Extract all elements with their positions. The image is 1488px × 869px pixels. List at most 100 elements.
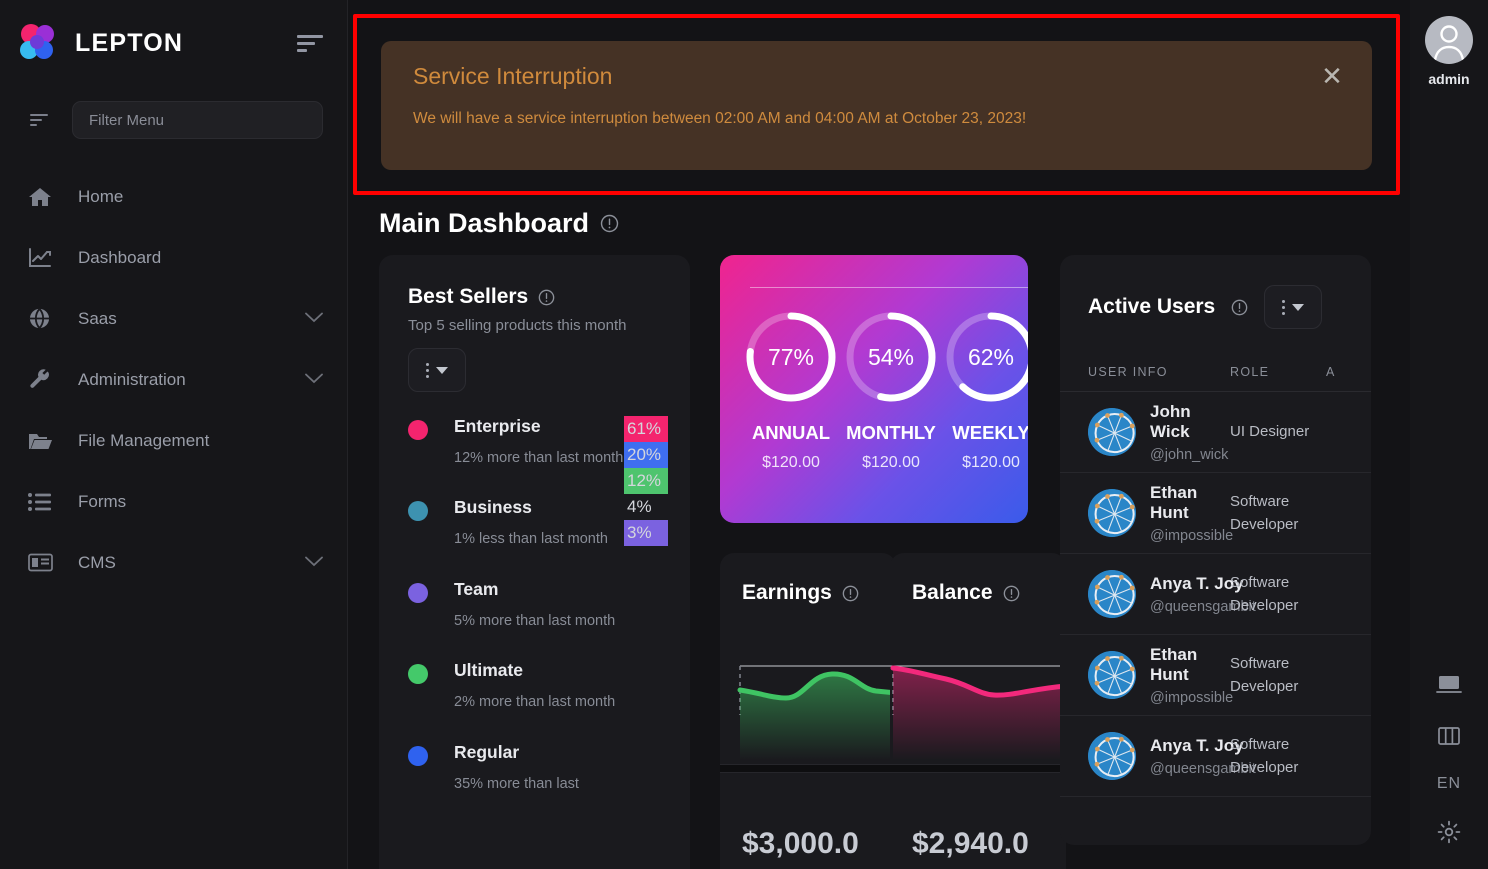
info-icon[interactable] [600, 214, 619, 233]
sidebar-item-administration[interactable]: Administration [0, 349, 347, 410]
table-row[interactable]: Anya T. Joy @queensgambit Software Develop… [1060, 716, 1371, 797]
rail-bottom-tools: EN [1410, 671, 1488, 859]
earnings-sparkline [720, 655, 896, 760]
user-role: Software Developer [1230, 654, 1299, 695]
table-row[interactable]: John Wick @john_wick UI Designer [1060, 392, 1371, 473]
column-header-user-info: USER INFO [1088, 365, 1168, 379]
home-icon [28, 184, 56, 210]
legend-dot [408, 501, 428, 522]
sidebar-item-label: File Management [78, 430, 210, 450]
gauge-price: $120.00 [862, 453, 920, 471]
column-header-role: ROLE [1230, 365, 1270, 379]
table-row[interactable]: Ethan Hunt @impossible Software Developer [1060, 635, 1371, 716]
page-title-row: Main Dashboard [379, 208, 619, 239]
language-selector[interactable]: EN [1437, 775, 1461, 793]
gauge-percent: 54% [867, 343, 915, 370]
chart-scrollbar[interactable] [720, 764, 896, 773]
best-seller-percentage: 12% [624, 468, 668, 494]
sidebar-item-label: Saas [78, 308, 117, 328]
main-content: Service Interruption We will have a serv… [348, 0, 1410, 869]
legend-dot [408, 582, 428, 603]
best-seller-delta: 1% less than last month [454, 531, 608, 548]
best-sellers-header: Best Sellers [408, 285, 662, 309]
earnings-amount: $3,000.00 [742, 827, 859, 869]
best-sellers-menu-button[interactable] [408, 348, 466, 392]
gauge-price: $120.00 [962, 453, 1020, 471]
sidebar-item-label: Administration [78, 369, 186, 389]
user-role: Software Developer [1230, 735, 1299, 776]
info-icon[interactable] [1231, 299, 1248, 316]
sidebar-item-saas[interactable]: Saas [0, 288, 347, 349]
best-sellers-percentages: 61% 20% 12% 4% 3% [624, 416, 668, 546]
filter-menu-input[interactable] [72, 101, 323, 139]
subscription-gauges-card: 77% ANNUAL $120.00 54% MONTHLY $120.00 62% WEEK… [720, 255, 1028, 523]
info-icon[interactable] [842, 585, 859, 602]
info-icon[interactable] [538, 289, 555, 306]
active-users-menu-button[interactable] [1264, 285, 1323, 329]
gauge-label: ANNUAL [751, 422, 831, 443]
sidebar-item-label: Forms [78, 491, 127, 511]
avatar [1425, 16, 1473, 64]
card-title: Balance [912, 581, 993, 604]
brand-name: LEPTON [75, 28, 184, 57]
table-header-row: USER INFO ROLE A [1060, 365, 1371, 392]
card-title: Earnings [742, 581, 832, 604]
sidebar-item-home[interactable]: Home [0, 166, 347, 227]
globe-icon [28, 306, 56, 332]
columns-icon[interactable] [1437, 723, 1461, 749]
user-handle: @impossible [1150, 689, 1234, 706]
chevron-down-icon[interactable] [305, 554, 323, 572]
gauge-item: 62% WEEKLY $120.00 [942, 310, 1028, 472]
rail-user-name: admin [1428, 71, 1470, 87]
card-title: Best Sellers [408, 285, 529, 308]
alert-title: Service Interruption [413, 63, 613, 89]
close-icon[interactable]: ✕ [1318, 63, 1346, 91]
sidebar-item-cms[interactable]: CMS [0, 532, 347, 593]
user-handle: @impossible [1150, 527, 1234, 544]
sidebar-item-file-management[interactable]: File Management [0, 410, 347, 471]
rail-user[interactable]: admin [1410, 0, 1488, 87]
balance-header: Balance [890, 581, 1066, 605]
sidebar-collapse-icon[interactable] [297, 32, 323, 54]
gauges-row: 77% ANNUAL $120.00 54% MONTHLY $120.00 62% WEEK… [742, 310, 1028, 472]
gear-icon[interactable] [1437, 819, 1461, 845]
sidebar-item-label: Dashboard [78, 247, 162, 267]
lepton-logo-icon [18, 23, 60, 63]
chevron-down-icon[interactable] [305, 310, 323, 328]
table-row[interactable]: Anya T. Joy @queensgambit Software Develop… [1060, 554, 1371, 635]
monitor-icon[interactable] [1436, 671, 1462, 697]
user-role: UI Designer [1230, 423, 1310, 441]
sidebar-item-dashboard[interactable]: Dashboard [0, 227, 347, 288]
best-seller-name: Business [454, 497, 532, 518]
table-row[interactable]: Ethan Hunt @impossible Software Developer [1060, 473, 1371, 554]
user-name: Ethan Hunt [1150, 644, 1198, 684]
alert-message: We will have a service interruption betw… [413, 110, 1027, 127]
folder-icon [28, 428, 56, 454]
sidebar-item-forms[interactable]: Forms [0, 471, 347, 532]
gauge-percent: 77% [767, 343, 815, 370]
left-sidebar: LEPTON Home Dashboard [0, 0, 348, 869]
chevron-down-icon [436, 366, 448, 374]
best-seller-name: Ultimate [454, 660, 524, 681]
active-users-table: USER INFO ROLE A John Wick @john_wick UI D… [1060, 365, 1371, 797]
balance-amount: $2,940.00 [912, 827, 1029, 869]
filter-icon [30, 113, 50, 127]
user-name: Ethan Hunt [1150, 482, 1198, 522]
earnings-header: Earnings [720, 581, 896, 605]
best-seller-item: Ultimate 2% more than last month [408, 660, 662, 715]
avatar [1088, 732, 1136, 780]
chevron-down-icon[interactable] [305, 371, 323, 389]
balance-sparkline [890, 655, 1066, 760]
brand-row: LEPTON [0, 0, 347, 86]
best-seller-name: Team [454, 578, 499, 599]
best-seller-percentage: 4% [627, 497, 652, 516]
gauge-label: MONTHLY [846, 422, 936, 443]
best-sellers-list: Enterprise 12% more than last month Busine… [408, 416, 668, 797]
chart-scrollbar[interactable] [890, 764, 1066, 773]
best-seller-delta: 12% more than last month [454, 450, 624, 466]
best-seller-name: Regular [454, 741, 520, 762]
best-seller-percentage: 61% [624, 416, 668, 442]
best-seller-item: Regular 35% more than last [408, 742, 662, 797]
info-icon[interactable] [1003, 585, 1020, 602]
filter-row [0, 92, 347, 148]
